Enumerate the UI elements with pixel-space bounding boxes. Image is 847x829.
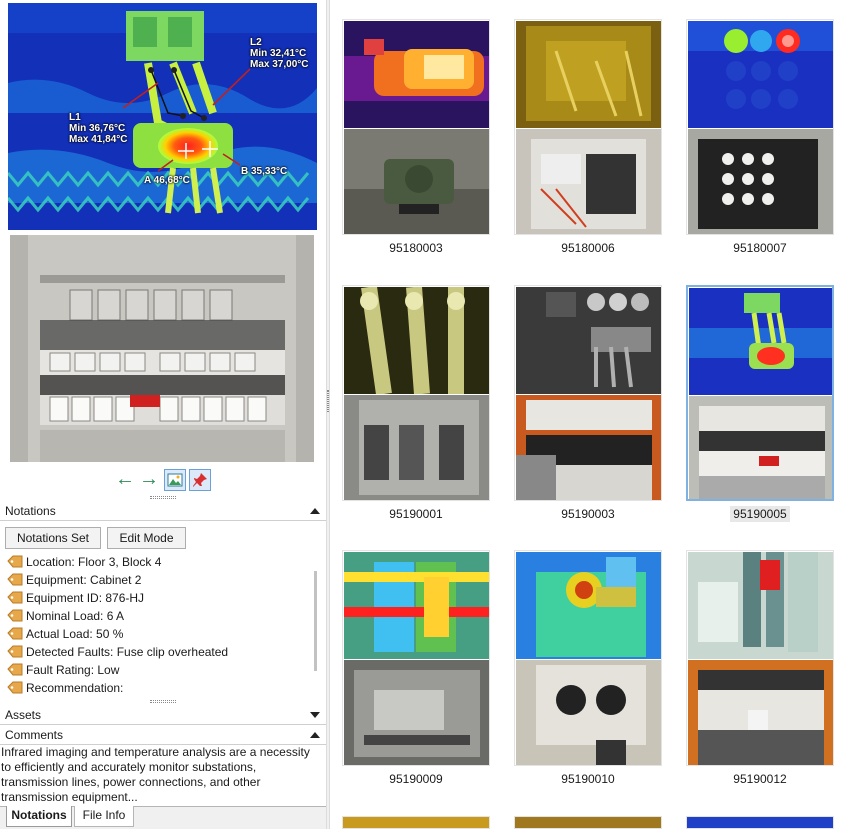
- thumbnail-item-partial[interactable]: [686, 816, 834, 829]
- thumbnail-photo: [516, 395, 661, 500]
- thumbnail-thermal-image: [344, 21, 489, 128]
- thumbnail-frame[interactable]: [686, 19, 834, 235]
- collapse-icon[interactable]: [310, 508, 320, 514]
- point-b-label: B 35,33°C: [241, 166, 288, 177]
- panel-tabs: Notations File Info: [0, 806, 326, 829]
- edit-mode-button[interactable]: Edit Mode: [107, 527, 186, 549]
- notations-header-label: Notations: [5, 504, 56, 518]
- notation-text: Detected Faults: Fuse clip overheated: [26, 645, 229, 659]
- thumbnail-caption[interactable]: 95190001: [342, 507, 490, 521]
- tag-icon: [7, 555, 23, 568]
- thumbnail-photo: [516, 660, 661, 765]
- resize-grip[interactable]: [150, 496, 176, 499]
- notation-item[interactable]: Detected Faults: Fuse clip overheated: [6, 643, 311, 661]
- thumbnail-thermal-image: [688, 552, 833, 659]
- tab-file-info[interactable]: File Info: [74, 806, 134, 827]
- preview-navigation: ← →: [0, 468, 326, 492]
- resize-grip[interactable]: [150, 700, 176, 703]
- tag-icon: [7, 591, 23, 604]
- comments-header-label: Comments: [5, 728, 64, 742]
- notation-text: Location: Floor 3, Block 4: [26, 555, 162, 569]
- thumbnail-caption[interactable]: 95180007: [686, 241, 834, 255]
- notation-item[interactable]: Location: Floor 3, Block 4: [6, 553, 311, 571]
- notation-item[interactable]: Equipment ID: 876-HJ: [6, 589, 311, 607]
- image-icon[interactable]: [164, 469, 186, 491]
- tag-icon: [7, 645, 23, 658]
- thumbnail-thermal-image: [344, 287, 489, 394]
- thumbnail-frame[interactable]: [686, 550, 834, 766]
- thumbnail-caption[interactable]: 95180003: [342, 241, 490, 255]
- l2-min: Min 32,41°C: [250, 48, 307, 59]
- l1-max: Max 41,84°C: [69, 134, 128, 145]
- notation-scrollbar[interactable]: [313, 553, 319, 699]
- tag-icon: [7, 663, 23, 676]
- thumbnail-caption[interactable]: 95190012: [686, 772, 834, 786]
- thumbnail-photo: [344, 129, 489, 234]
- notations-set-button[interactable]: Notations Set: [5, 527, 101, 549]
- thumbnail-frame[interactable]: [342, 550, 490, 766]
- notation-text: Fault Rating: Low: [26, 663, 120, 677]
- l2-label: L2: [250, 37, 262, 48]
- thumbnail-thermal-image: [516, 552, 661, 659]
- thumbnail-thermal-image: [688, 21, 833, 128]
- l2-max: Max 37,00°C: [250, 59, 309, 70]
- expand-icon[interactable]: [310, 712, 320, 718]
- thumbnail-frame[interactable]: [342, 285, 490, 501]
- thumbnail-photo: [344, 660, 489, 765]
- thumbnail-frame[interactable]: [686, 285, 834, 501]
- notation-text: Nominal Load: 6 A: [26, 609, 125, 623]
- notation-list: Location: Floor 3, Block 4 Equipment: Cab…: [6, 553, 311, 699]
- tag-icon: [7, 609, 23, 622]
- thermal-image-preview[interactable]: L2 Min 32,41°C Max 37,00°C L1 Min 36,76°…: [8, 3, 317, 230]
- comments-text[interactable]: Infrared imaging and temperature analysi…: [1, 745, 323, 805]
- thumbnail-caption[interactable]: 95190005: [686, 506, 834, 522]
- thumbnail-photo: [344, 395, 489, 500]
- notation-item[interactable]: Actual Load: 50 %: [6, 625, 311, 643]
- arrow-left-icon[interactable]: ←: [115, 468, 135, 492]
- thumbnail-caption[interactable]: 95190010: [514, 772, 662, 786]
- thumbnail-photo: [516, 129, 661, 234]
- assets-header[interactable]: Assets: [0, 705, 326, 725]
- l1-label: L1: [69, 112, 81, 123]
- thumbnail-thermal-image: [689, 288, 832, 395]
- notation-item[interactable]: Nominal Load: 6 A: [6, 607, 311, 625]
- thumbnail-thermal-image: [344, 552, 489, 659]
- thumbnail-thermal-image: [516, 287, 661, 394]
- collapse-icon[interactable]: [310, 732, 320, 738]
- notation-item[interactable]: Recommendation:: [6, 679, 311, 697]
- notation-item[interactable]: Fault Rating: Low: [6, 661, 311, 679]
- details-panel: L2 Min 32,41°C Max 37,00°C L1 Min 36,76°…: [0, 0, 326, 829]
- tag-icon: [7, 573, 23, 586]
- tag-icon: [7, 627, 23, 640]
- thumbnail-caption[interactable]: 95190009: [342, 772, 490, 786]
- visual-photo-preview[interactable]: [10, 235, 314, 462]
- thumbnail-frame[interactable]: [514, 19, 662, 235]
- thumbnail-photo: [689, 396, 832, 499]
- thumbnail-item-partial[interactable]: [342, 816, 490, 829]
- notation-text: Equipment ID: 876-HJ: [26, 591, 145, 605]
- point-a-label: A 46,68°C: [144, 175, 190, 186]
- notation-item[interactable]: Equipment: Cabinet 2: [6, 571, 311, 589]
- assets-header-label: Assets: [5, 708, 42, 722]
- thumbnail-frame[interactable]: [514, 285, 662, 501]
- arrow-right-icon[interactable]: →: [139, 468, 159, 492]
- thumbnail-photo: [688, 660, 833, 765]
- pin-icon[interactable]: [189, 469, 211, 491]
- notation-text: Actual Load: 50 %: [26, 627, 124, 641]
- thumbnail-thermal-image: [516, 21, 661, 128]
- l1-min: Min 36,76°C: [69, 123, 126, 134]
- thumbnail-caption[interactable]: 95180006: [514, 241, 662, 255]
- thumbnail-grid: 95180003 95180006 95180007 95190001 95190003…: [330, 0, 847, 829]
- notation-text: Equipment: Cabinet 2: [26, 573, 142, 587]
- comments-header[interactable]: Comments: [0, 725, 326, 745]
- thumbnail-frame[interactable]: [514, 550, 662, 766]
- thumbnail-caption[interactable]: 95190003: [514, 507, 662, 521]
- tag-icon: [7, 681, 23, 694]
- thumbnail-item-partial[interactable]: [514, 816, 662, 829]
- thumbnail-frame[interactable]: [342, 19, 490, 235]
- notation-text: Recommendation:: [26, 681, 124, 695]
- notations-header[interactable]: Notations: [0, 501, 326, 521]
- thumbnail-photo: [688, 129, 833, 234]
- tab-notations[interactable]: Notations: [6, 806, 72, 827]
